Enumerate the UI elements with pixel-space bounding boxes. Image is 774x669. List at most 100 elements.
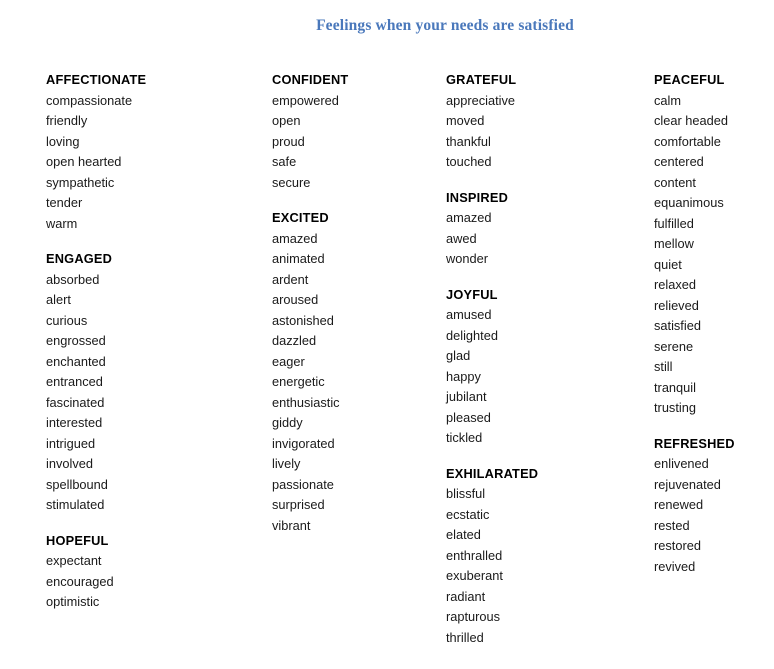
feeling-word: energetic <box>272 374 325 389</box>
feeling-word: engrossed <box>46 333 106 348</box>
feeling-word: serene <box>654 338 694 354</box>
feeling-word: relieved <box>654 297 699 313</box>
feeling-word: safe <box>272 154 297 169</box>
feeling-word: jubilant <box>446 389 487 404</box>
feeling-word: appreciative <box>446 92 516 108</box>
feelings-group: ENGAGED absorbed alert curious engrossed ench… <box>46 249 246 516</box>
feeling-word: exuberant <box>446 568 503 583</box>
group-heading: JOYFUL <box>446 286 498 302</box>
feeling-word: content <box>654 174 696 190</box>
feelings-column: GRATEFUL appreciative moved thankful touched… <box>446 70 631 648</box>
feeling-word: delighted <box>446 327 498 343</box>
feeling-word: ecstatic <box>446 506 490 522</box>
feeling-word: touched <box>446 154 492 169</box>
feeling-word: dazzled <box>272 333 317 348</box>
feeling-word: invigorated <box>272 435 335 451</box>
feeling-word: satisfied <box>654 318 701 333</box>
feeling-word: surprised <box>272 497 325 512</box>
feeling-word: calm <box>654 92 682 108</box>
feeling-word: expectant <box>46 553 102 568</box>
feeling-word: amused <box>446 307 492 322</box>
feeling-word: sympathetic <box>46 174 115 190</box>
feelings-group: EXHILARATED blissful ecstatic elated enthral… <box>446 464 631 649</box>
feeling-word: intrigued <box>46 435 96 451</box>
feeling-word: entranced <box>46 374 103 389</box>
feelings-group: AFFECTIONATE compassionate friendly loving o… <box>46 70 246 234</box>
feeling-word: giddy <box>272 415 303 430</box>
feeling-word: clear headed <box>654 113 728 128</box>
feeling-word: optimistic <box>46 594 100 609</box>
feeling-word: spellbound <box>46 476 108 492</box>
feeling-word: encouraged <box>46 573 114 589</box>
group-heading: EXCITED <box>272 210 329 225</box>
feeling-word: radiant <box>446 588 486 604</box>
feeling-word: amazed <box>446 210 492 225</box>
feeling-word: happy <box>446 368 481 384</box>
feeling-word: friendly <box>46 113 88 128</box>
feeling-word: quiet <box>654 256 682 272</box>
feeling-word: compassionate <box>46 92 133 108</box>
feeling-word: tickled <box>446 430 483 445</box>
feeling-word: enlivened <box>654 456 709 471</box>
feeling-word: mellow <box>654 236 694 251</box>
group-heading: HOPEFUL <box>46 532 109 548</box>
feeling-word: elated <box>446 527 481 542</box>
feeling-word: aroused <box>272 292 319 307</box>
feelings-group: JOYFUL amused delighted glad happy jubilant pl… <box>446 285 631 449</box>
feeling-word: rested <box>654 517 690 533</box>
feeling-word: moved <box>446 113 485 128</box>
feeling-word: revived <box>654 558 696 574</box>
feelings-group: HOPEFUL expectant encouraged optimistic <box>46 531 246 613</box>
feeling-word: tranquil <box>654 379 696 395</box>
feeling-word: empowered <box>272 92 339 108</box>
feeling-word: stimulated <box>46 497 105 512</box>
group-heading: REFRESHED <box>654 435 735 451</box>
feeling-word: equanimous <box>654 195 724 210</box>
group-heading: CONFIDENT <box>272 72 349 87</box>
feeling-word: relaxed <box>654 277 696 292</box>
feelings-group: INSPIRED amazed awed wonder <box>446 188 631 270</box>
feeling-word: astonished <box>272 312 334 328</box>
feeling-word: thrilled <box>446 629 484 645</box>
feeling-word: fascinated <box>46 394 105 410</box>
feeling-word: still <box>654 359 673 374</box>
feeling-word: enchanted <box>46 353 106 369</box>
feeling-word: vibrant <box>272 517 311 533</box>
feeling-word: enthusiastic <box>272 394 340 410</box>
feeling-word: secure <box>272 174 311 190</box>
group-heading: PEACEFUL <box>654 72 725 87</box>
feeling-word: renewed <box>654 497 704 512</box>
feelings-group: CONFIDENT empowered open proud safe secure <box>272 70 432 193</box>
feeling-word: rejuvenated <box>654 476 721 492</box>
feeling-word: absorbed <box>46 271 100 287</box>
feelings-group: GRATEFUL appreciative moved thankful touched <box>446 70 631 173</box>
feeling-word: trusting <box>654 400 696 415</box>
feeling-word: alert <box>46 292 71 307</box>
group-heading: ENGAGED <box>46 251 113 266</box>
feeling-word: passionate <box>272 476 334 492</box>
feeling-word: eager <box>272 353 305 369</box>
feelings-list-page: Feelings when your needs are satisfied A… <box>0 0 774 669</box>
feelings-column: AFFECTIONATE compassionate friendly loving o… <box>46 70 246 613</box>
feeling-word: comfortable <box>654 133 721 149</box>
feeling-word: involved <box>46 456 93 471</box>
group-heading: GRATEFUL <box>446 72 517 87</box>
feeling-word: proud <box>272 133 305 149</box>
feeling-word: centered <box>654 154 704 169</box>
feelings-group: PEACEFUL calm clear headed comfortable cente… <box>654 70 774 419</box>
group-heading: AFFECTIONATE <box>46 72 147 87</box>
feeling-word: awed <box>446 230 477 246</box>
feeling-word: loving <box>46 133 80 149</box>
page-title: Feelings when your needs are satisfied <box>316 17 574 34</box>
feeling-word: amazed <box>272 230 318 246</box>
feeling-word: rapturous <box>446 609 501 624</box>
feeling-word: pleased <box>446 409 491 425</box>
feeling-word: blissful <box>446 486 486 501</box>
feeling-word: tender <box>46 195 83 210</box>
group-heading: INSPIRED <box>446 189 509 205</box>
feelings-group: EXCITED amazed animated ardent aroused astoni… <box>272 208 432 536</box>
feeling-word: restored <box>654 538 701 553</box>
feeling-word: open <box>272 113 301 128</box>
feeling-word: enthralled <box>446 547 503 563</box>
feeling-word: thankful <box>446 133 491 149</box>
